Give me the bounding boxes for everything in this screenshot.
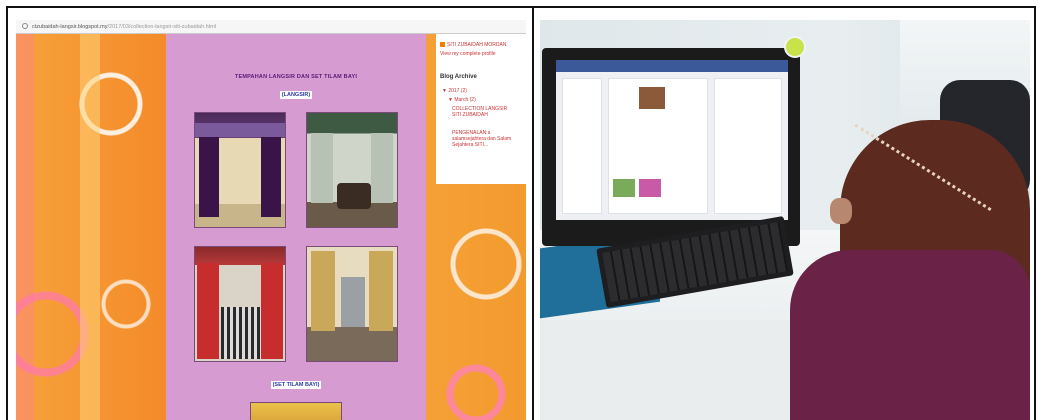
person-shawl xyxy=(790,250,1030,420)
sofa xyxy=(337,183,371,209)
curtain-panel-right xyxy=(261,263,283,359)
computer-monitor xyxy=(542,48,800,246)
curtain-photo-gold[interactable] xyxy=(306,246,398,362)
curtain-panel-left xyxy=(311,251,335,331)
archive-heading: Blog Archive xyxy=(440,74,477,80)
baby-set-photo[interactable] xyxy=(250,402,342,420)
profile-name[interactable]: SITI ZUBAIDAH MORDAN xyxy=(440,42,506,48)
window-blind xyxy=(341,277,365,327)
feed-image xyxy=(639,179,661,197)
blog-screenshot-panel: ctzubaidah-langsir.blogspot.my/2017/03/c… xyxy=(16,20,526,420)
view-profile-link[interactable]: View my complete profile xyxy=(440,51,496,57)
decor-stripe xyxy=(80,34,100,420)
feed-image xyxy=(639,87,665,109)
archive-month-toggle[interactable]: ▼ March (2) xyxy=(448,97,476,103)
person-hand xyxy=(830,198,852,224)
curtain-panel-left xyxy=(197,263,219,359)
info-icon[interactable] xyxy=(22,23,28,29)
curtain-photo-red[interactable] xyxy=(194,246,286,362)
archive-year-toggle[interactable]: ▼ 2017 (2) xyxy=(442,88,467,94)
url-host: ctzubaidah-langsir.blogspot.my xyxy=(32,24,108,30)
curtain-panel-left xyxy=(199,137,219,217)
post-title: TEMPAHAN LANGSIR DAN SET TILAM BAYI xyxy=(234,74,358,80)
archive-post-link[interactable]: COLLECTION LANGSIR SITI ZUBAIDAH xyxy=(452,106,512,118)
curtain-photo-purple[interactable] xyxy=(194,112,286,228)
blog-sidebar: SITI ZUBAIDAH MORDAN View my complete pr… xyxy=(436,34,526,184)
curtain-panel-right xyxy=(369,251,393,331)
curtain-panel-right xyxy=(371,133,393,203)
monitor-sticker xyxy=(784,36,806,58)
blog-post-body: TEMPAHAN LANGSIR DAN SET TILAM BAYI (LAN… xyxy=(166,34,426,420)
facebook-top-bar xyxy=(556,60,788,72)
section-label-curtains: (LANGSIR) xyxy=(279,91,313,99)
blogger-icon xyxy=(440,42,445,47)
facebook-right-column xyxy=(714,78,782,214)
browser-address-bar[interactable]: ctzubaidah-langsir.blogspot.my/2017/03/c… xyxy=(16,20,526,34)
feed-image xyxy=(613,179,635,197)
sheer-panel xyxy=(221,307,261,359)
section-label-baby-set: (SET TILAM BAYI) xyxy=(270,381,322,389)
curtain-valance xyxy=(195,123,285,137)
url-path: /2017/03/collection-langsir-siti-zubaida… xyxy=(107,24,217,30)
decor-stripe xyxy=(16,34,34,420)
curtain-panel-right xyxy=(261,137,281,217)
photo-panel xyxy=(540,20,1030,420)
curtain-photo-green[interactable] xyxy=(306,112,398,228)
facebook-left-column xyxy=(562,78,602,214)
facebook-screen xyxy=(556,60,788,220)
archive-post-link[interactable]: PENGENALAN:a salamsejahtera dan Salam Se… xyxy=(452,130,512,148)
facebook-feed xyxy=(608,78,708,214)
panel-divider xyxy=(532,6,534,420)
curtain-panel-left xyxy=(311,133,333,203)
